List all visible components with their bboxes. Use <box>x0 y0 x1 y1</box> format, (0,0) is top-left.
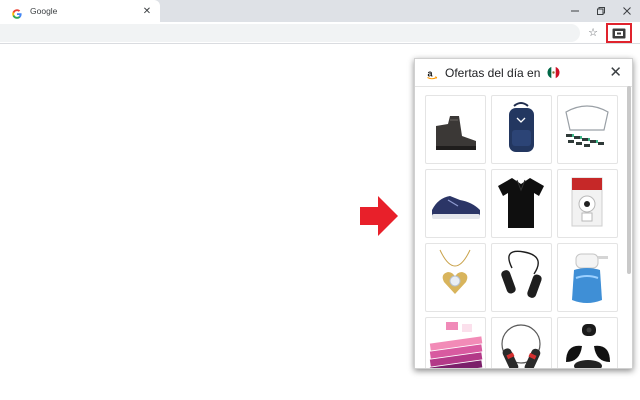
svg-text:a: a <box>428 68 434 78</box>
security-camera-icon <box>571 177 603 227</box>
window-controls <box>562 0 640 22</box>
restore-icon[interactable] <box>588 0 614 22</box>
backpack-icon <box>509 102 534 152</box>
deals-extension-button[interactable] <box>606 23 632 43</box>
popup-header: a Ofertas del día en ✕ <box>415 59 632 87</box>
address-bar[interactable] <box>0 24 580 42</box>
product-card[interactable] <box>425 95 486 164</box>
sneaker-icon <box>432 196 480 219</box>
product-card[interactable] <box>557 243 618 312</box>
product-card[interactable] <box>491 169 552 238</box>
product-card[interactable] <box>557 169 618 238</box>
amazon-logo-icon: a <box>426 67 438 79</box>
tab-google[interactable]: Google ✕ <box>0 0 160 22</box>
close-icon[interactable] <box>614 0 640 22</box>
popup-title: Ofertas del día en <box>445 65 541 80</box>
product-card[interactable] <box>491 243 552 312</box>
popup-scrollbar[interactable] <box>627 86 631 274</box>
boot-icon <box>436 116 476 150</box>
tab-strip: Google ✕ <box>0 0 640 22</box>
polo-shirt-icon <box>498 178 544 228</box>
google-g-icon <box>12 6 22 19</box>
deals-popup: a Ofertas del día en ✕ <box>414 58 633 369</box>
product-card[interactable] <box>491 317 552 368</box>
heart-pendant-icon <box>439 249 471 294</box>
weighted-jump-rope-icon <box>501 324 541 368</box>
product-card[interactable] <box>491 95 552 164</box>
close-icon[interactable]: ✕ <box>609 65 622 80</box>
product-card[interactable] <box>557 95 618 164</box>
mexico-flag-icon <box>547 66 560 79</box>
product-card[interactable] <box>425 243 486 312</box>
tab-title: Google <box>30 6 58 16</box>
browser-toolbar: ☆ <box>0 22 640 44</box>
water-pump-icon <box>572 253 608 303</box>
red-arrow-icon <box>360 196 400 241</box>
product-card[interactable] <box>425 169 486 238</box>
close-icon[interactable]: ✕ <box>140 6 154 17</box>
deals-extension-icon <box>612 28 626 38</box>
product-card[interactable] <box>557 317 618 368</box>
wireless-earbuds-icon <box>566 324 610 368</box>
glasses-set-icon <box>565 105 609 147</box>
product-card[interactable] <box>425 317 486 368</box>
resistance-bands-icon <box>429 322 483 368</box>
jump-rope-icon <box>501 250 542 298</box>
star-icon[interactable]: ☆ <box>586 26 600 40</box>
minimize-icon[interactable] <box>562 0 588 22</box>
